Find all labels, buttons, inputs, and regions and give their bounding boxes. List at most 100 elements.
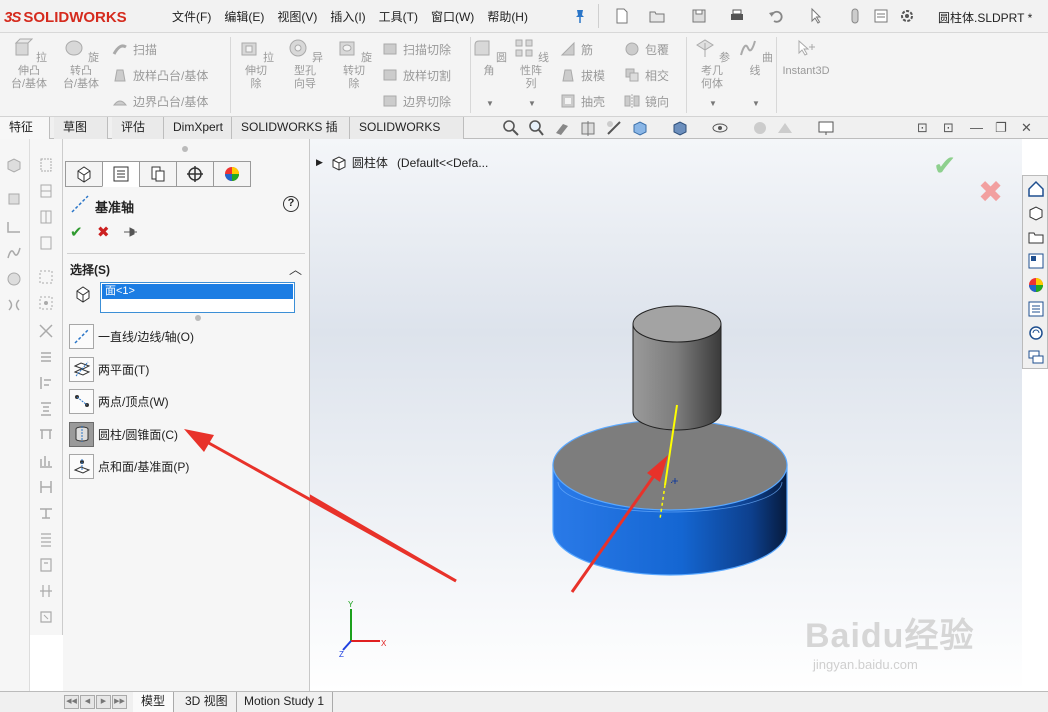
first-tab-button[interactable]: ◀◀ xyxy=(64,695,79,709)
next-tab-button[interactable]: ▶ xyxy=(96,695,111,709)
option-two-points-vertices[interactable]: 两点/顶点(W) xyxy=(69,388,169,414)
tab-sketch[interactable]: 草图 xyxy=(54,117,108,139)
tool-icon-12[interactable] xyxy=(38,453,54,469)
selection-section-header[interactable]: 选择(S) xyxy=(70,261,110,278)
tool-icon-15[interactable] xyxy=(38,531,54,547)
fillet-button[interactable]: 圆角 xyxy=(466,37,512,78)
reference-geometry-dropdown[interactable]: ▼ xyxy=(709,99,717,108)
tool-icon-14[interactable] xyxy=(38,505,54,521)
lofted-cut-button[interactable]: 放样切割 xyxy=(382,65,451,85)
hole-wizard-button[interactable]: 异型孔 向导 xyxy=(282,37,328,91)
extrude-icon[interactable] xyxy=(6,191,22,207)
menu-tools[interactable]: 工具(T) xyxy=(379,8,418,25)
draft-button[interactable]: 拔模 xyxy=(560,65,605,85)
tab-display-manager[interactable] xyxy=(213,161,251,187)
menu-view[interactable]: 视图(V) xyxy=(277,8,317,25)
wrap-button[interactable]: 包覆 xyxy=(624,39,669,59)
undo-icon[interactable] xyxy=(767,7,785,25)
list-resize-grip[interactable] xyxy=(195,315,201,321)
tool-icon-7[interactable] xyxy=(38,323,54,339)
last-tab-button[interactable]: ▶▶ xyxy=(112,695,127,709)
forum-icon[interactable] xyxy=(1027,348,1045,366)
ok-button[interactable]: ✔ xyxy=(70,223,83,241)
rib-button[interactable]: 筋 xyxy=(560,39,593,59)
tab-property-manager[interactable] xyxy=(102,161,140,187)
solidworks-resources-icon[interactable] xyxy=(1027,324,1045,342)
tool-icon-6[interactable] xyxy=(38,295,54,311)
tool-icon-8[interactable] xyxy=(38,349,54,365)
tab-dimxpert-manager[interactable] xyxy=(176,161,214,187)
tool-icon-17[interactable] xyxy=(38,583,54,599)
cancel-button[interactable]: ✖ xyxy=(97,223,110,241)
gear-icon[interactable] xyxy=(898,7,916,25)
selection-list-box[interactable]: 面<1> xyxy=(100,282,295,313)
view-orientation-icon[interactable] xyxy=(631,119,649,137)
tool-icon-10[interactable] xyxy=(38,401,54,417)
shell-button[interactable]: 抽壳 xyxy=(560,91,605,111)
close-icon[interactable]: ✕ xyxy=(1021,120,1032,136)
reference-geometry-button[interactable]: 参考几 何体 xyxy=(689,37,735,91)
restore-right-icon[interactable]: ⊡ xyxy=(943,120,954,136)
new-document-icon[interactable] xyxy=(613,7,631,25)
view-palette-icon[interactable] xyxy=(1027,252,1045,270)
extrude-boss-button[interactable]: 拉伸凸 台/基体 xyxy=(6,37,52,91)
tool-icon-11[interactable] xyxy=(38,427,54,443)
line-icon[interactable] xyxy=(6,219,22,235)
part-icon[interactable] xyxy=(6,157,22,173)
curves-dropdown[interactable]: ▼ xyxy=(752,99,760,108)
save-icon[interactable] xyxy=(690,7,708,25)
panel-grip[interactable] xyxy=(182,146,188,152)
tab-solidworks-addins[interactable]: SOLIDWORKS 插件 xyxy=(232,117,350,155)
display-style-icon[interactable] xyxy=(671,119,689,137)
zoom-to-area-icon[interactable] xyxy=(527,119,545,137)
tab-solidworks-mbd[interactable]: SOLIDWORKS MBD xyxy=(350,117,464,155)
minimize-icon[interactable]: — xyxy=(970,120,983,135)
base-cylinder[interactable] xyxy=(552,419,788,576)
linear-pattern-dropdown[interactable]: ▼ xyxy=(528,99,536,108)
design-library-icon[interactable] xyxy=(1027,204,1045,222)
menu-insert[interactable]: 插入(I) xyxy=(330,8,365,25)
tool-icon-2[interactable] xyxy=(38,183,54,199)
tab-motion-study[interactable]: Motion Study 1 xyxy=(236,692,334,712)
tab-3d-views[interactable]: 3D 视图 xyxy=(177,692,237,712)
curves-button[interactable]: 曲线 xyxy=(732,37,778,78)
tool-icon-4[interactable] xyxy=(38,235,54,251)
fillet-dropdown[interactable]: ▼ xyxy=(486,99,494,108)
previous-view-icon[interactable] xyxy=(553,119,571,137)
boundary-cut-button[interactable]: 边界切除 xyxy=(382,91,451,111)
mirror-button[interactable]: 镜向 xyxy=(624,91,669,111)
tool-icon-9[interactable] xyxy=(38,375,54,391)
pin-icon[interactable] xyxy=(571,7,589,25)
option-line-edge-axis[interactable]: 一直线/边线/轴(O) xyxy=(69,323,194,349)
prev-tab-button[interactable]: ◀ xyxy=(80,695,95,709)
apply-scene-icon[interactable] xyxy=(776,119,794,137)
tab-model[interactable]: 模型 xyxy=(133,692,175,712)
extrude-cut-button[interactable]: 拉伸切 除 xyxy=(233,37,279,91)
surface-icon[interactable] xyxy=(6,271,22,287)
help-icon[interactable]: ? xyxy=(283,196,299,212)
home-icon[interactable] xyxy=(1027,180,1045,198)
tool-icon-16[interactable] xyxy=(38,557,54,573)
sheet-metal-icon[interactable] xyxy=(6,297,22,313)
edit-appearance-icon[interactable] xyxy=(751,119,769,137)
tab-configuration-manager[interactable] xyxy=(139,161,177,187)
option-cylindrical-conical-face[interactable]: 圆柱/圆锥面(C) xyxy=(69,421,178,447)
menu-help[interactable]: 帮助(H) xyxy=(487,8,528,25)
tab-features[interactable]: 特征 xyxy=(0,117,50,139)
instant3d-button[interactable]: Instant3D xyxy=(780,37,832,78)
tool-icon-3[interactable] xyxy=(38,209,54,225)
dynamic-annotation-icon[interactable] xyxy=(605,119,623,137)
intersect-button[interactable]: 相交 xyxy=(624,65,669,85)
collapse-chevron-icon[interactable]: ︿ xyxy=(289,259,302,278)
selected-face-item[interactable]: 面<1> xyxy=(102,284,293,299)
rebuild-icon[interactable] xyxy=(846,7,864,25)
maximize-icon[interactable]: ❐ xyxy=(995,120,1007,136)
zoom-to-fit-icon[interactable] xyxy=(502,119,520,137)
tab-evaluate[interactable]: 评估 xyxy=(112,117,164,139)
tool-icon-18[interactable] xyxy=(38,609,54,625)
menu-edit[interactable]: 编辑(E) xyxy=(224,8,264,25)
restore-left-icon[interactable]: ⊡ xyxy=(917,120,928,136)
tool-icon-1[interactable] xyxy=(38,157,54,173)
tool-icon-5[interactable] xyxy=(38,269,54,285)
file-properties-icon[interactable] xyxy=(872,7,890,25)
